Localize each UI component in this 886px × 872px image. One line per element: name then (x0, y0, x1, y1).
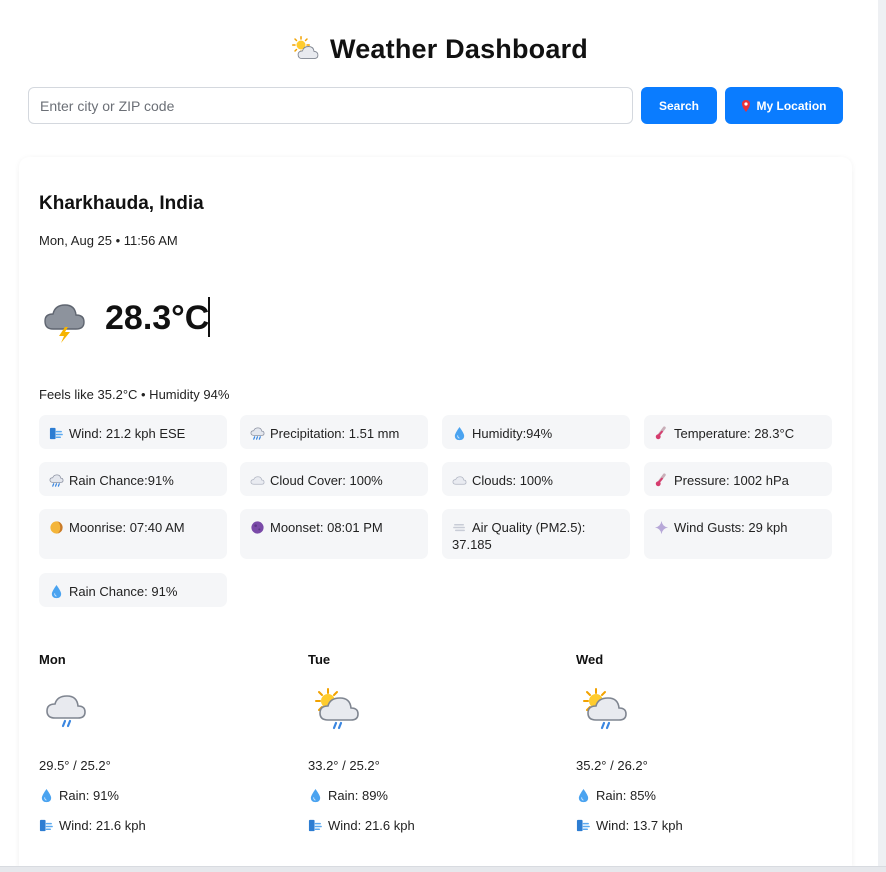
detail-text: Air Quality (PM2.5): 37.185 (452, 520, 586, 552)
wind-icon (49, 426, 64, 441)
detail-text: Precipitation: 1.51 mm (270, 426, 400, 441)
detail-text: Clouds: 100% (472, 473, 553, 488)
detail-text: Moonrise: 07:40 AM (69, 520, 185, 535)
detail-tile: Moonrise: 07:40 AM (39, 509, 227, 559)
cloud-icon (250, 473, 265, 488)
text-caret (208, 297, 211, 337)
vertical-scrollbar[interactable] (878, 0, 886, 866)
cloud-icon (452, 473, 467, 488)
moonset-icon (250, 520, 265, 535)
detail-text: Wind: 21.2 kph ESE (69, 426, 186, 441)
forecast-temps: 33.2° / 25.2° (308, 758, 380, 773)
detail-text: Rain Chance: 91% (69, 584, 178, 599)
sun-rain-cloud-icon (580, 686, 628, 734)
detail-text: Temperature: 28.3°C (674, 426, 795, 441)
detail-tile: Air Quality (PM2.5): 37.185 (442, 509, 630, 559)
detail-tile: Wind Gusts: 29 kph (644, 509, 832, 559)
pin-icon (742, 99, 751, 112)
detail-text: Rain Chance:91% (69, 473, 174, 488)
droplet-icon (308, 788, 323, 803)
detail-text: Humidity:94% (472, 426, 553, 441)
thunder-cloud-icon (44, 304, 85, 343)
forecast-wind: Wind: 13.7 kph (576, 818, 683, 833)
thermometer-icon (654, 426, 669, 441)
detail-tile: Wind: 21.2 kph ESE (39, 415, 227, 449)
forecast-day: Mon 29.5° / 25.2° Rain: 91% Wind: 21.6 kph (39, 652, 239, 833)
detail-tile: Humidity:94% (442, 415, 630, 449)
detail-tile: Rain Chance: 91% (39, 573, 227, 607)
wind-icon (39, 818, 54, 833)
horizontal-scrollbar[interactable] (0, 866, 886, 872)
detail-text: Cloud Cover: 100% (270, 473, 383, 488)
detail-text: Pressure: 1002 hPa (674, 473, 789, 488)
forecast-rain: Rain: 91% (39, 788, 119, 803)
my-location-button[interactable]: My Location (725, 87, 843, 124)
search-button-label: Search (658, 98, 700, 113)
droplet-icon (49, 584, 64, 599)
page: Weather Dashboard Search My Location Kha… (0, 0, 878, 872)
forecast-wind: Wind: 21.6 kph (308, 818, 415, 833)
city-name: Kharkhauda, India (39, 193, 204, 214)
detail-tile: Temperature: 28.3°C (644, 415, 832, 449)
forecast-rain-text: Rain: 91% (59, 788, 119, 803)
detail-tile: Rain Chance:91% (39, 462, 227, 496)
droplet-icon (576, 788, 591, 803)
fog-icon (452, 520, 467, 535)
detail-text: Moonset: 08:01 PM (270, 520, 383, 535)
wind-icon (576, 818, 591, 833)
forecast-wind-text: Wind: 13.7 kph (596, 818, 683, 833)
forecast-day-name: Mon (39, 652, 66, 667)
droplet-icon (452, 426, 467, 441)
detail-tile: Precipitation: 1.51 mm (240, 415, 428, 449)
detail-text: Wind Gusts: 29 kph (674, 520, 788, 535)
weather-card: Kharkhauda, India Mon, Aug 25 • 11:56 AM… (19, 157, 852, 872)
forecast-wind: Wind: 21.6 kph (39, 818, 146, 833)
detail-tile: Pressure: 1002 hPa (644, 462, 832, 496)
forecast-day-name: Tue (308, 652, 331, 667)
sun-rain-cloud-icon (312, 686, 360, 734)
rain-cloud-icon (49, 473, 64, 488)
temperature-value: 28.3°C (105, 299, 210, 337)
droplet-icon (39, 788, 54, 803)
forecast-wind-text: Wind: 21.6 kph (59, 818, 146, 833)
sparkle-icon (654, 520, 669, 535)
forecast-rain: Rain: 89% (308, 788, 388, 803)
detail-tile: Moonset: 08:01 PM (240, 509, 428, 559)
thermometer-icon (654, 473, 669, 488)
rain-cloud-icon (43, 686, 91, 734)
current-temperature: 28.3°C (105, 297, 211, 338)
rain-cloud-icon (250, 426, 265, 441)
detail-tile: Cloud Cover: 100% (240, 462, 428, 496)
forecast-temps: 29.5° / 25.2° (39, 758, 111, 773)
forecast-rain-text: Rain: 85% (596, 788, 656, 803)
sun-behind-cloud-icon (292, 36, 319, 60)
detail-tile: Clouds: 100% (442, 462, 630, 496)
forecast-temps: 35.2° / 26.2° (576, 758, 648, 773)
page-title: Weather Dashboard (330, 34, 588, 64)
search-button[interactable]: Search (641, 87, 717, 124)
my-location-label: My Location (756, 98, 827, 113)
moonrise-icon (49, 520, 64, 535)
forecast-day: Wed 35.2° / 26.2° Rain: 85% Wind: 13.7 kph (576, 652, 776, 833)
forecast-day: Tue 33.2° / 25.2° Rain: 89% Wind: 21.6 kph (308, 652, 508, 833)
forecast-rain-text: Rain: 89% (328, 788, 388, 803)
feels-like-summary: Feels like 35.2°C • Humidity 94% (39, 387, 230, 402)
forecast-wind-text: Wind: 21.6 kph (328, 818, 415, 833)
forecast-rain: Rain: 85% (576, 788, 656, 803)
forecast-day-name: Wed (576, 652, 604, 667)
search-input[interactable] (28, 87, 633, 124)
app-header: Weather Dashboard (0, 34, 878, 65)
current-datetime: Mon, Aug 25 • 11:56 AM (39, 233, 178, 248)
wind-icon (308, 818, 323, 833)
